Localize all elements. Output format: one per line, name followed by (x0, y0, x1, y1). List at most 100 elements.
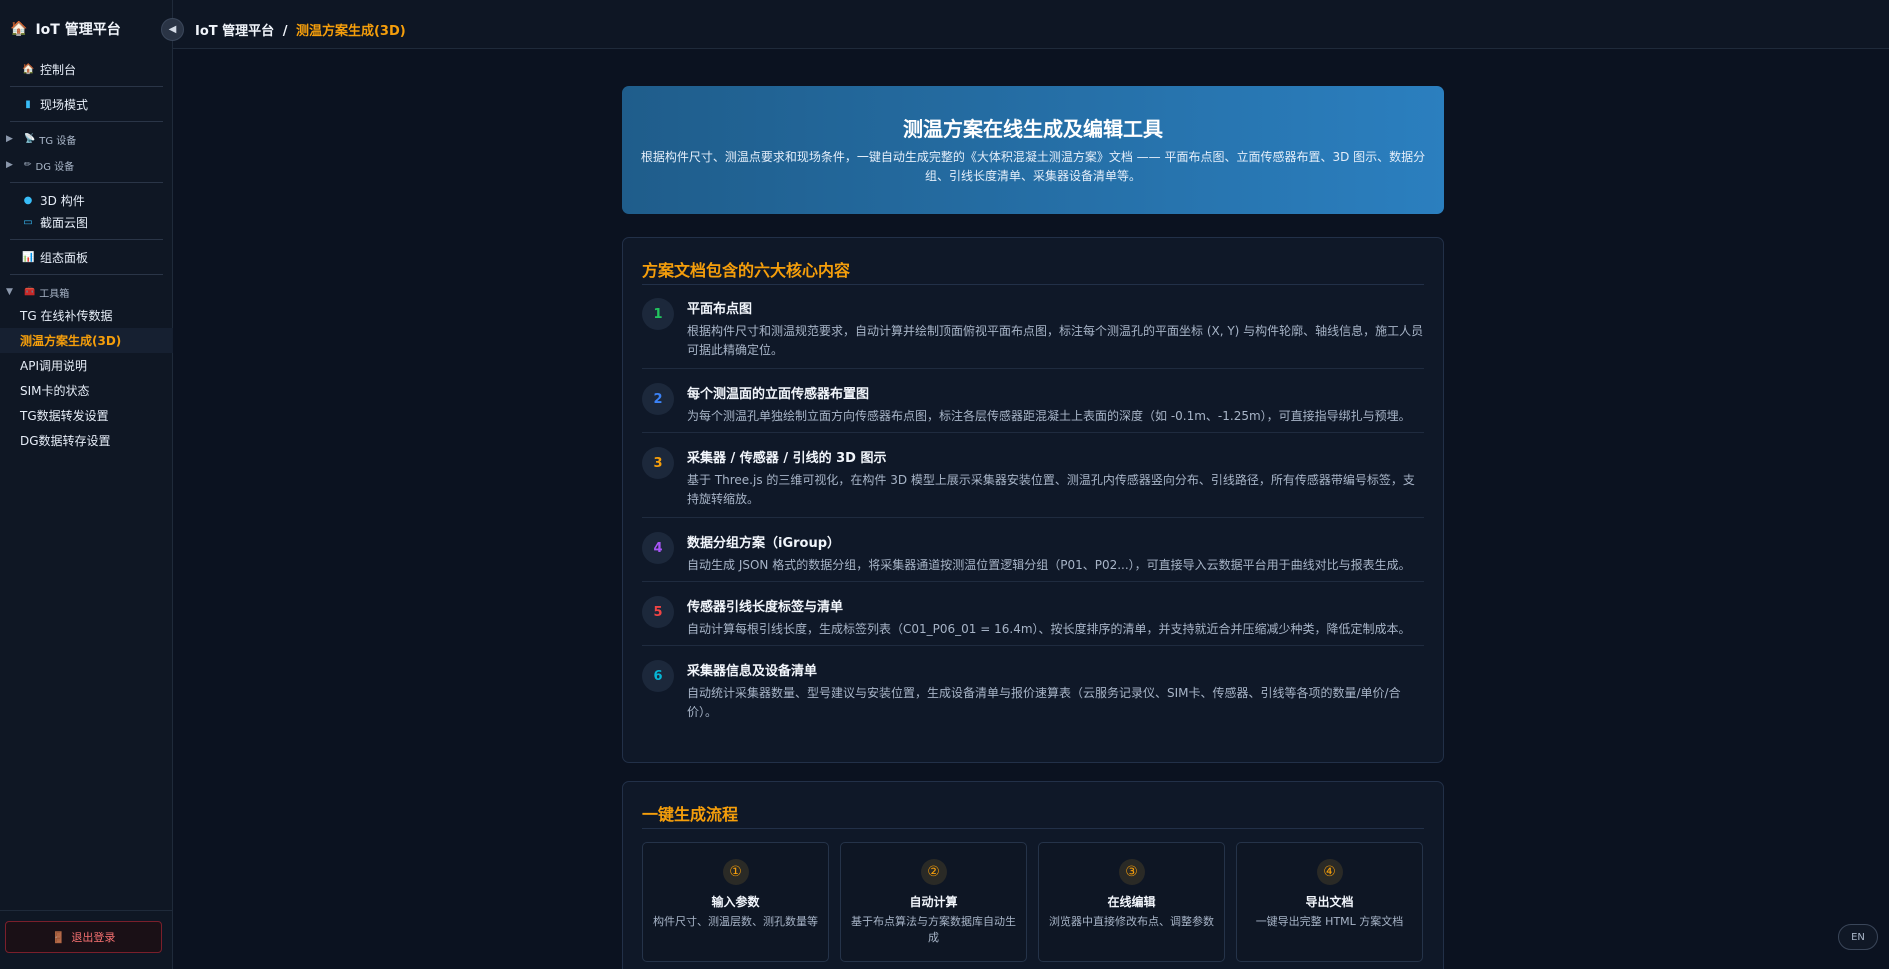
main-content: 测温方案在线生成及编辑工具 根据构件尺寸、测温点要求和现场条件，一键自动生成完整… (173, 49, 1889, 969)
sidebar-item-section-cloud[interactable]: ▭ 截面云图 (0, 211, 173, 233)
caret-down-icon: ▼ (6, 287, 13, 297)
sidebar-item-panel[interactable]: 📊 组态面板 (0, 246, 173, 268)
sidebar-item-label: 组态面板 (40, 250, 89, 265)
feature-number: 3 (642, 447, 674, 479)
flow-step: ① 输入参数 构件尺寸、测温层数、测孔数量等 (642, 842, 829, 962)
sidebar-item-tg-forward[interactable]: TG数据转发设置 (0, 403, 173, 428)
step-desc: 构件尺寸、测温层数、测孔数量等 (653, 915, 818, 928)
feature-divider (642, 432, 1424, 433)
feature-desc: 自动统计采集器数量、型号建议与安装位置，生成设备清单与报价速算表（云服务记录仪、… (687, 686, 1401, 719)
sidebar-item-label: TG 在线补传数据 (20, 309, 113, 323)
feature-desc: 根据构件尺寸和测温规范要求，自动计算并绘制顶面俯视平面布点图，标注每个测温孔的平… (687, 324, 1424, 357)
brand[interactable]: 🏠 IoT 管理平台 (0, 0, 173, 58)
feature-number: 5 (642, 596, 674, 628)
feature-desc: 自动计算每根引线长度，生成标签列表（C01_P06_01 = 16.4m）、按长… (687, 622, 1411, 636)
sidebar-group-dg[interactable]: ▶ ✏ DG 设备 (0, 154, 173, 176)
feature-number: 1 (642, 298, 674, 330)
breadcrumb: IoT 管理平台 / 测温方案生成(3D) (195, 20, 406, 39)
feature-desc: 为每个测温孔单独绘制立面方向传感器布点图，标注各层传感器距混凝土上表面的深度（如… (687, 409, 1411, 423)
feature-desc: 自动生成 JSON 格式的数据分组，将采集器通道按测温位置逻辑分组（P01、P0… (687, 558, 1411, 572)
sidebar-item-plan-generator[interactable]: 测温方案生成(3D) (0, 328, 173, 353)
brand-title: IoT 管理平台 (35, 22, 121, 38)
sidebar-item-label: 现场模式 (40, 97, 89, 112)
feature-item: 1 平面布点图 根据构件尺寸和测温规范要求，自动计算并绘制顶面俯视平面布点图，标… (642, 298, 1424, 360)
feature-item: 6 采集器信息及设备清单 自动统计采集器数量、型号建议与安装位置，生成设备清单与… (642, 660, 1424, 722)
sidebar-item-dg-storage[interactable]: DG数据转存设置 (0, 428, 173, 453)
flow-step: ④ 导出文档 一键导出完整 HTML 方案文档 (1236, 842, 1423, 962)
feature-divider (642, 368, 1424, 369)
chart-icon: 📊 (22, 251, 35, 263)
sidebar-item-tg-upload[interactable]: TG 在线补传数据 (0, 303, 173, 328)
feature-divider (642, 581, 1424, 582)
sidebar-divider (10, 86, 163, 87)
features-title: 方案文档包含的六大核心内容 (642, 261, 851, 280)
flow-card: 一键生成流程 ① 输入参数 构件尺寸、测温层数、测孔数量等 ② 自动计算 基于布… (622, 781, 1444, 969)
step-desc: 一键导出完整 HTML 方案文档 (1255, 915, 1404, 928)
sidebar-item-field-mode[interactable]: ▮ 现场模式 (0, 93, 173, 115)
sidebar-group-label: TG 设备 (39, 135, 77, 147)
sidebar-item-label: 测温方案生成(3D) (20, 334, 122, 348)
feature-divider (642, 517, 1424, 518)
sidebar-item-label: 截面云图 (40, 215, 89, 230)
sidebar-item-label: 控制台 (40, 62, 77, 77)
sidebar-divider (10, 239, 163, 240)
sidebar-group-tg[interactable]: ▶ 📡 TG 设备 (0, 128, 173, 150)
sidebar-item-console[interactable]: 🏠 控制台 (0, 58, 173, 80)
feature-item: 3 采集器 / 传感器 / 引线的 3D 图示 基于 Three.js 的三维可… (642, 447, 1424, 509)
sidebar-item-sim-status[interactable]: SIM卡的状态 (0, 378, 173, 403)
step-title: 导出文档 (1305, 895, 1354, 909)
feature-number: 2 (642, 383, 674, 415)
sidebar-divider (10, 274, 163, 275)
feature-title: 数据分组方案（iGroup） (687, 536, 841, 551)
sidebar: 🏠 IoT 管理平台 🏠 控制台 ▮ 现场模式 ▶ 📡 TG 设备 ▶ ✏ DG… (0, 0, 173, 969)
hero-banner: 测温方案在线生成及编辑工具 根据构件尺寸、测温点要求和现场条件，一键自动生成完整… (622, 86, 1444, 214)
sidebar-group-label: 工具箱 (39, 288, 70, 300)
home-icon: 🏠 (10, 21, 28, 37)
features-card: 方案文档包含的六大核心内容 1 平面布点图 根据构件尺寸和测温规范要求，自动计算… (622, 237, 1444, 763)
door-icon: 🚪 (51, 930, 66, 944)
step-number: ① (722, 859, 749, 885)
step-desc: 浏览器中直接修改布点、调整参数 (1049, 915, 1214, 928)
flow-steps: ① 输入参数 构件尺寸、测温层数、测孔数量等 ② 自动计算 基于布点算法与方案数… (642, 842, 1426, 962)
card-divider (642, 828, 1424, 829)
feature-item: 4 数据分组方案（iGroup） 自动生成 JSON 格式的数据分组，将采集器通… (642, 532, 1424, 575)
sidebar-item-api-docs[interactable]: API调用说明 (0, 353, 173, 378)
collapse-sidebar-button[interactable]: ◀ (161, 18, 184, 41)
dot-icon: ● (23, 194, 33, 206)
sidebar-group-toolbox[interactable]: ▼ 🧰 工具箱 (0, 281, 173, 303)
app-root: 🏠 IoT 管理平台 🏠 控制台 ▮ 现场模式 ▶ 📡 TG 设备 ▶ ✏ DG… (0, 0, 1889, 969)
map-icon: ▭ (23, 216, 33, 228)
step-title: 自动计算 (909, 895, 958, 909)
feature-title: 传感器引线长度标签与清单 (687, 600, 844, 615)
feature-title: 采集器 / 传感器 / 引线的 3D 图示 (687, 451, 887, 466)
feature-item: 2 每个测温面的立面传感器布置图 为每个测温孔单独绘制立面方向传感器布点图，标注… (642, 383, 1424, 426)
breadcrumb-separator: / (282, 24, 288, 39)
step-number: ② (920, 859, 947, 885)
logout-button[interactable]: 🚪 退出登录 (5, 921, 162, 953)
breadcrumb-root[interactable]: IoT 管理平台 (195, 24, 274, 39)
satellite-icon: 📡 (24, 134, 36, 144)
sidebar-item-label: SIM卡的状态 (20, 384, 90, 398)
breadcrumb-current: 测温方案生成(3D) (295, 24, 406, 39)
feature-title: 每个测温面的立面传感器布置图 (687, 387, 870, 402)
topbar: ◀ IoT 管理平台 / 测温方案生成(3D) (161, 0, 1889, 49)
sidebar-item-label: 3D 构件 (40, 193, 85, 208)
logout-label: 退出登录 (71, 931, 116, 944)
sidebar-item-3d-component[interactable]: ● 3D 构件 (0, 189, 173, 211)
sidebar-item-label: API调用说明 (20, 359, 87, 373)
feature-title: 平面布点图 (687, 302, 753, 317)
feature-number: 6 (642, 660, 674, 692)
step-number: ④ (1316, 859, 1343, 885)
hero-description: 根据构件尺寸、测温点要求和现场条件，一键自动生成完整的《大体积混凝土测温方案》文… (640, 150, 1426, 183)
step-title: 在线编辑 (1107, 895, 1156, 909)
feature-desc: 基于 Three.js 的三维可视化，在构件 3D 模型上展示采集器安装位置、测… (687, 473, 1415, 506)
feature-number: 4 (642, 532, 674, 564)
sidebar-item-label: DG数据转存设置 (20, 434, 111, 448)
feature-item: 5 传感器引线长度标签与清单 自动计算每根引线长度，生成标签列表（C01_P06… (642, 596, 1424, 639)
flow-step: ② 自动计算 基于布点算法与方案数据库自动生成 (840, 842, 1027, 962)
flow-title: 一键生成流程 (642, 805, 739, 824)
language-toggle-button[interactable]: EN (1838, 924, 1878, 950)
feature-divider (642, 645, 1424, 646)
sidebar-divider (10, 121, 163, 122)
sidebar-divider (0, 910, 173, 911)
